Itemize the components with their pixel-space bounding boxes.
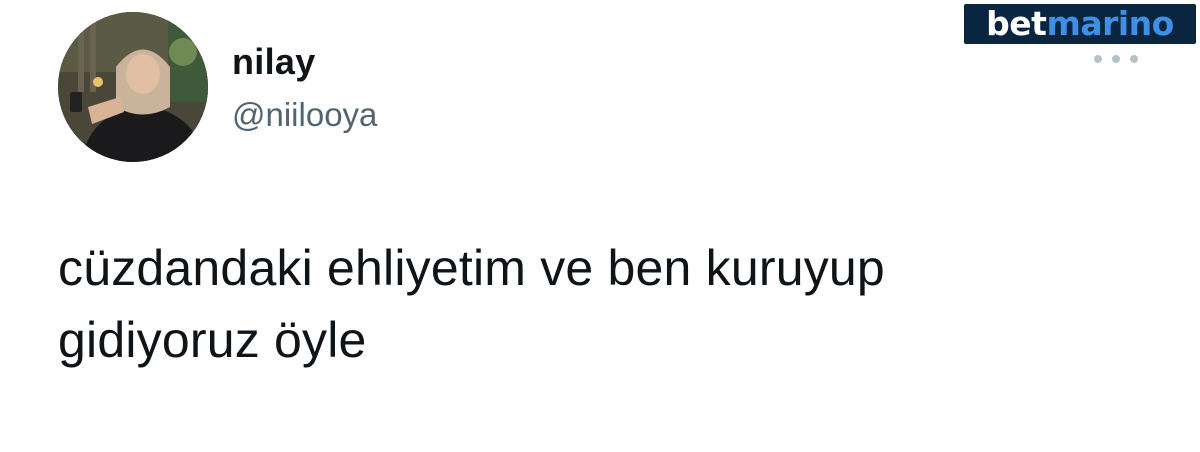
tweet-text-line: gidiyoruz öyle bbox=[58, 312, 367, 368]
avatar[interactable] bbox=[58, 12, 208, 162]
more-options-button[interactable] bbox=[1094, 52, 1138, 66]
more-dots-icon bbox=[1130, 55, 1138, 63]
brand-text-part-b: marino bbox=[1046, 4, 1174, 43]
more-dots-icon bbox=[1112, 55, 1120, 63]
tweet-card: nilay @niilooya bet marino cüzdandaki ehl… bbox=[0, 0, 1200, 452]
brand-text-part-a: bet bbox=[986, 4, 1047, 43]
profile-photo-icon bbox=[58, 12, 208, 162]
brand-watermark: bet marino bbox=[964, 4, 1196, 44]
author-display-name[interactable]: nilay bbox=[232, 40, 316, 84]
more-dots-icon bbox=[1094, 55, 1102, 63]
author-handle[interactable]: @niilooya bbox=[232, 95, 377, 135]
tweet-text: cüzdandaki ehliyetim ve ben kuruyup gidi… bbox=[58, 232, 1158, 376]
tweet-text-line: cüzdandaki ehliyetim ve ben kuruyup bbox=[58, 240, 885, 296]
